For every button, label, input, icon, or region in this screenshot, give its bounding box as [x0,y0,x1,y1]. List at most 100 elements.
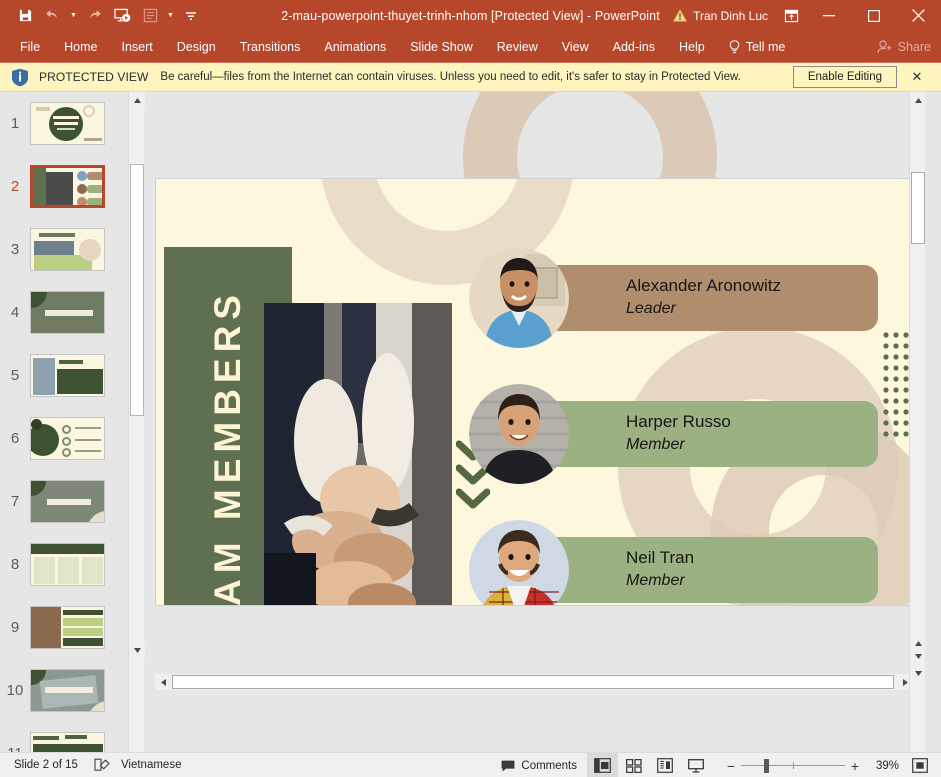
thumbnail-preview[interactable] [30,732,105,752]
thumbnail-number: 6 [0,430,30,447]
thumbnail-item[interactable]: 10 [0,659,128,722]
ribbon-display-options-icon[interactable] [776,0,806,31]
thumbnail-item[interactable]: 9 [0,596,128,659]
touch-mouse-dropdown-icon[interactable]: ▼ [165,4,176,28]
status-bar-right: Comments − + 3 [491,753,941,777]
thumbnail-preview[interactable] [30,480,105,523]
thumbnail-preview[interactable] [30,417,105,460]
current-slide[interactable]: TEAM MEMBERS [155,178,925,606]
thumbnail-item[interactable]: 3 [0,218,128,281]
status-bar: Slide 2 of 15 Vietnamese Comments − [0,752,941,777]
zoom-level[interactable]: 39% [865,760,899,772]
member-card[interactable]: Neil Tran Member [486,537,878,603]
close-icon[interactable]: ✕ [909,69,925,85]
save-icon[interactable] [12,4,38,28]
thumbnail-preview[interactable] [30,354,105,397]
enable-editing-button[interactable]: Enable Editing [793,66,897,88]
scroll-left-icon[interactable] [155,674,171,690]
thumbnail-preview[interactable] [30,228,105,271]
thumbnail-preview[interactable] [30,669,105,712]
thumbnail-item[interactable]: 7 [0,470,128,533]
protected-view-message: Be careful—files from the Internet can c… [160,71,740,83]
member-role: Member [626,572,685,590]
thumbnail-item[interactable]: 2 [0,155,128,218]
thumbnail-preview[interactable] [30,543,105,586]
account-indicator[interactable]: Tran Dinh Luc [673,9,768,23]
zoom-slider[interactable] [741,753,845,777]
scroll-up-icon[interactable] [129,92,145,108]
thumbnail-item[interactable]: 5 [0,344,128,407]
thumbnail-preview[interactable] [30,606,105,649]
redo-icon[interactable] [81,4,107,28]
ribbon-tab-file[interactable]: File [8,31,52,63]
customize-quick-access-toolbar-icon[interactable] [178,4,204,28]
slide-sorter-button[interactable] [618,753,649,777]
ribbon-tab-slide-show[interactable]: Slide Show [398,31,485,63]
start-from-beginning-icon[interactable] [109,4,135,28]
zoom-out-button[interactable]: − [721,753,741,777]
ribbon-tab-transitions[interactable]: Transitions [228,31,313,63]
thumbnail-item[interactable]: 4 [0,281,128,344]
thumbnail-item[interactable]: 1 [0,92,128,155]
ribbon-tab-design[interactable]: Design [165,31,228,63]
account-name: Tran Dinh Luc [693,9,768,23]
next-slide-button[interactable] [910,650,925,663]
slide-canvas[interactable]: TEAM MEMBERS [145,92,925,752]
zoom-in-button[interactable]: + [845,753,865,777]
avatar-harper [469,384,569,484]
zoom-control[interactable]: − + [711,753,865,777]
vertical-scrollbar-thumb[interactable] [911,172,925,244]
thumbnail-preview[interactable] [30,291,105,334]
ribbon-tab-add-ins[interactable]: Add-ins [601,31,667,63]
member-name: Harper Russo [626,412,731,432]
member-card[interactable]: Alexander Aronowitz Leader [486,265,878,331]
avatar [469,520,569,606]
ribbon-tab-view[interactable]: View [550,31,601,63]
share-button[interactable]: Share [877,31,931,63]
touch-mouse-mode-icon[interactable] [137,4,163,28]
ribbon-tab-bar: FileHomeInsertDesignTransitionsAnimation… [0,31,941,63]
slide-indicator[interactable]: Slide 2 of 15 [14,759,78,771]
thumbnail-number: 11 [0,745,30,752]
close-button[interactable] [896,0,941,31]
normal-view-button[interactable] [587,753,618,777]
spell-check-icon[interactable] [94,758,111,772]
vertical-scrollbar[interactable] [909,92,925,752]
previous-slide-button[interactable] [910,637,925,650]
restore-button[interactable] [851,0,896,31]
thumbnail-item[interactable]: 6 [0,407,128,470]
ribbon-tab-insert[interactable]: Insert [110,31,165,63]
undo-icon[interactable] [40,4,66,28]
scroll-up-icon[interactable] [910,92,925,108]
thumbnail-scrollbar-thumb[interactable] [130,164,144,416]
reading-view-button[interactable] [649,753,680,777]
horizontal-scrollbar[interactable] [155,674,913,690]
minimize-button[interactable] [806,0,851,31]
thumbnail-scrollbar[interactable] [128,92,144,752]
comments-button[interactable]: Comments [491,753,587,777]
tell-me-box[interactable]: Tell me [717,31,798,63]
language-indicator[interactable]: Vietnamese [121,759,182,771]
horizontal-scrollbar-thumb[interactable] [172,675,894,689]
undo-dropdown-icon[interactable]: ▼ [68,4,79,28]
comment-icon [501,760,515,772]
fit-to-window-button[interactable] [905,753,935,777]
zoom-slider-handle[interactable] [764,759,769,773]
ribbon-tab-help[interactable]: Help [667,31,717,63]
ribbon-tab-animations[interactable]: Animations [312,31,398,63]
member-card[interactable]: Harper Russo Member [486,401,878,467]
title-bar: ▼ ▼ 2-mau-powerpoint-thuyet-trinh-nhom [… [0,0,941,31]
thumbnail-preview[interactable] [30,102,105,145]
slide-show-button[interactable] [680,753,711,777]
thumbnail-item[interactable]: 11 [0,722,128,752]
thumbnail-preview[interactable] [30,165,105,208]
info-shield-icon [11,68,29,87]
ribbon-tab-review[interactable]: Review [485,31,550,63]
thumbnail-item[interactable]: 8 [0,533,128,596]
share-label: Share [898,40,931,54]
member-role: Member [626,436,685,454]
ribbon-tab-home[interactable]: Home [52,31,109,63]
scroll-down-icon[interactable] [910,665,925,681]
scroll-down-icon[interactable] [129,642,145,658]
slide-thumbnail-pane[interactable]: 12345 6 78910 11 [0,92,128,752]
